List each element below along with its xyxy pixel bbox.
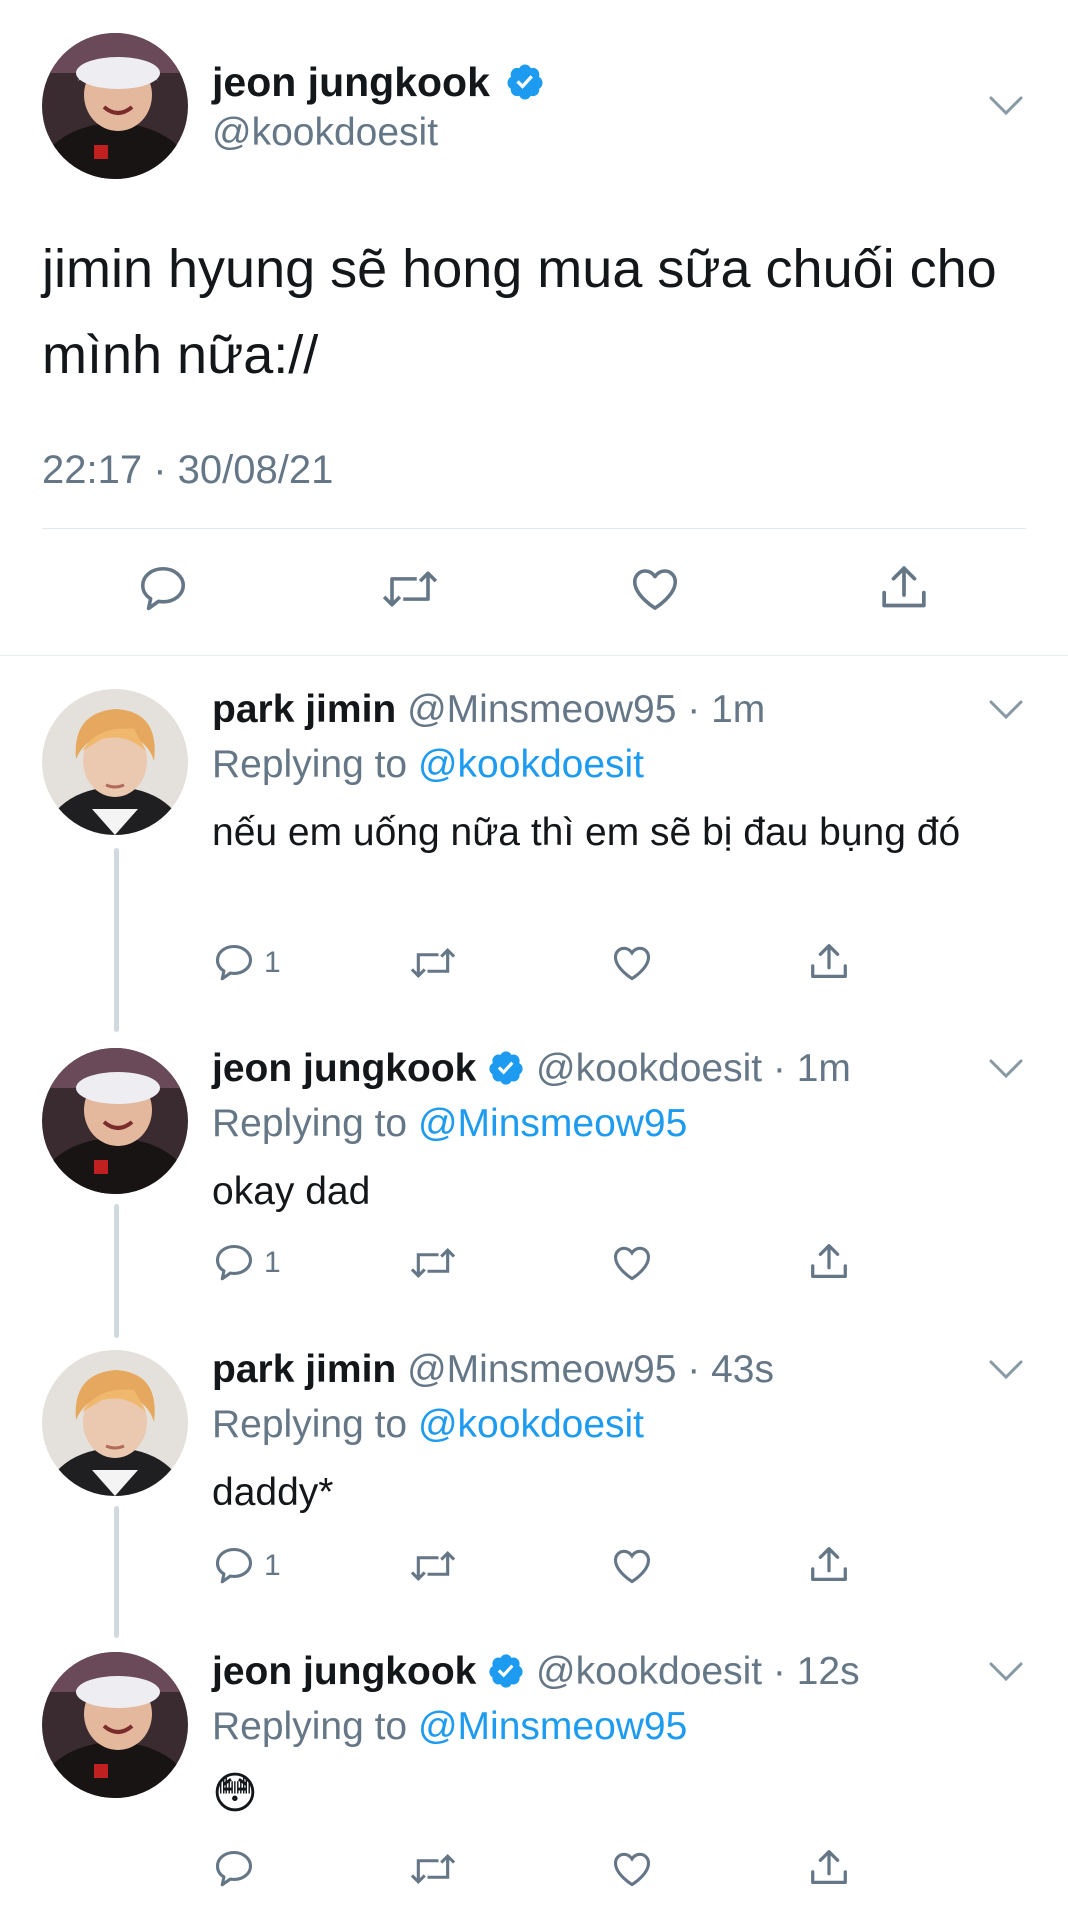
time[interactable]: · 12s	[773, 1650, 860, 1693]
reply-text: nếu em uống nữa thì em sẽ bị đau bụng đó	[212, 811, 961, 854]
display-name[interactable]: jeon jungkook	[212, 1650, 476, 1693]
chevron-down-icon[interactable]	[988, 1358, 1024, 1382]
chevron-down-icon[interactable]	[988, 94, 1024, 118]
reply-header: park jimin @Minsmeow95 · 1m	[212, 690, 765, 729]
share-icon[interactable]	[806, 1542, 852, 1588]
handle[interactable]: @kookdoesit	[536, 1047, 762, 1090]
speech-bubble-icon	[215, 1244, 253, 1281]
chevron-down-icon[interactable]	[988, 1660, 1024, 1684]
share-icon[interactable]	[806, 1239, 852, 1285]
heart-icon[interactable]	[610, 1544, 654, 1588]
section-divider	[0, 655, 1068, 656]
speech-bubble-icon	[215, 1850, 253, 1887]
heart-icon[interactable]	[610, 1241, 654, 1285]
thread-line	[114, 848, 119, 1032]
main-tweet-text: jimin hyung sẽ hong mua sữa chuối cho mì…	[42, 239, 997, 385]
thread-line	[114, 1204, 119, 1338]
speech-bubble-icon	[215, 944, 253, 981]
share-icon[interactable]	[806, 1845, 852, 1891]
verified-badge-icon	[507, 64, 543, 100]
reply-text: okay dad	[212, 1170, 371, 1213]
display-name[interactable]: park jimin	[212, 688, 396, 731]
speech-bubble-icon	[215, 1547, 253, 1584]
avatar-jimin[interactable]	[42, 1350, 188, 1496]
speech-bubble-icon[interactable]	[136, 562, 190, 616]
chevron-down-icon[interactable]	[988, 698, 1024, 722]
reply-action[interactable]: 1	[212, 941, 281, 985]
chevron-down-icon[interactable]	[988, 1057, 1024, 1081]
share-icon[interactable]	[876, 560, 932, 616]
replying-to: Replying to @kookdoesit	[212, 1403, 645, 1446]
mention-link[interactable]: @kookdoesit	[418, 1403, 644, 1446]
share-icon[interactable]	[806, 939, 852, 985]
avatar-jungkook[interactable]	[42, 1652, 188, 1798]
retweet-icon[interactable]	[408, 1241, 458, 1285]
mention-link[interactable]: @kookdoesit	[418, 743, 644, 786]
reply-action[interactable]: 1	[212, 1241, 281, 1285]
reply-header: jeon jungkook @kookdoesit · 1m	[212, 1049, 851, 1088]
handle[interactable]: @kookdoesit	[536, 1650, 762, 1693]
retweet-icon[interactable]	[408, 941, 458, 985]
reply-count: 1	[264, 946, 281, 979]
heart-icon[interactable]	[610, 1847, 654, 1891]
reply-header: park jimin @Minsmeow95 · 43s	[212, 1350, 774, 1389]
reply-header: jeon jungkook @kookdoesit · 12s	[212, 1652, 860, 1691]
handle[interactable]: @Minsmeow95	[407, 688, 676, 731]
display-name[interactable]: jeon jungkook	[212, 1047, 476, 1090]
retweet-icon[interactable]	[408, 1847, 458, 1891]
verified-badge-icon	[489, 1051, 523, 1085]
main-display-name[interactable]: jeon jungkook	[212, 62, 545, 103]
time[interactable]: · 1m	[773, 1047, 851, 1090]
replying-to: Replying to @Minsmeow95	[212, 1705, 688, 1748]
time[interactable]: · 43s	[687, 1348, 774, 1391]
main-timestamp[interactable]: 22:17 · 30/08/21	[42, 450, 333, 490]
reply-count: 1	[264, 1549, 281, 1582]
thread-line	[114, 1506, 119, 1638]
reply-action[interactable]	[212, 1847, 264, 1891]
reply-action[interactable]: 1	[212, 1544, 281, 1588]
handle[interactable]: @Minsmeow95	[407, 1348, 676, 1391]
avatar-jungkook[interactable]	[42, 1048, 188, 1194]
mention-link[interactable]: @Minsmeow95	[418, 1102, 687, 1145]
replying-to: Replying to @kookdoesit	[212, 743, 645, 786]
reply-emoji: 😳	[212, 1769, 258, 1818]
retweet-icon[interactable]	[408, 1544, 458, 1588]
divider	[42, 528, 1026, 529]
mention-link[interactable]: @Minsmeow95	[418, 1705, 687, 1748]
time[interactable]: · 1m	[687, 688, 765, 731]
avatar-jimin[interactable]	[42, 689, 188, 835]
main-handle[interactable]: @kookdoesit	[212, 113, 438, 152]
verified-badge-icon	[489, 1654, 523, 1688]
display-name[interactable]: park jimin	[212, 1348, 396, 1391]
heart-icon[interactable]	[628, 562, 682, 616]
retweet-icon[interactable]	[380, 562, 440, 616]
heart-icon[interactable]	[610, 941, 654, 985]
avatar-jungkook[interactable]	[42, 33, 188, 179]
replying-to: Replying to @Minsmeow95	[212, 1102, 688, 1145]
reply-text: daddy*	[212, 1471, 334, 1514]
reply-count: 1	[264, 1246, 281, 1279]
